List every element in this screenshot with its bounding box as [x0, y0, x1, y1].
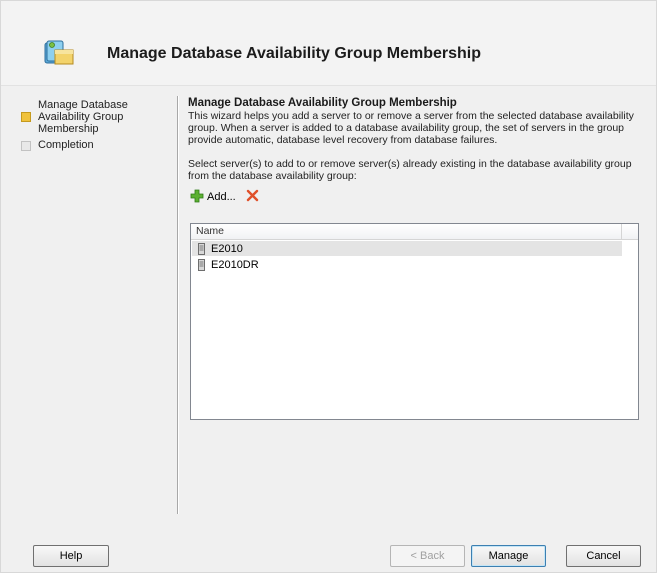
- add-button[interactable]: Add...: [188, 188, 238, 207]
- green-plus-icon: [190, 189, 204, 206]
- step-manage-membership: Manage Database Availability Group Membe…: [21, 99, 171, 135]
- manage-button[interactable]: Manage: [471, 545, 546, 567]
- list-header: Name: [191, 224, 638, 240]
- list-item[interactable]: E2010: [192, 241, 622, 256]
- server-list[interactable]: Name E2010 E2010DR: [190, 223, 639, 420]
- red-x-icon: [246, 189, 259, 205]
- add-button-label: Add...: [207, 191, 236, 203]
- step-label: Completion: [38, 139, 94, 151]
- step-label: Manage Database Availability Group Membe…: [38, 99, 128, 135]
- page-title: Manage Database Availability Group Membe…: [107, 45, 482, 62]
- wizard-steps: Manage Database Availability Group Membe…: [21, 99, 171, 155]
- wizard-dialog: Manage Database Availability Group Membe…: [0, 0, 657, 573]
- content-title: Manage Database Availability Group Membe…: [188, 97, 457, 109]
- step-inactive-icon: [21, 141, 31, 151]
- server-icon: [198, 258, 205, 271]
- step-active-icon: [21, 112, 31, 122]
- back-button[interactable]: < Back: [390, 545, 465, 567]
- wizard-header: Manage Database Availability Group Membe…: [1, 1, 656, 86]
- list-item[interactable]: E2010DR: [192, 257, 622, 272]
- server-icon: [198, 242, 205, 255]
- wizard-content: Manage Database Availability Group Membe…: [188, 97, 643, 206]
- remove-button[interactable]: [246, 189, 259, 205]
- cancel-button[interactable]: Cancel: [566, 545, 641, 567]
- server-name: E2010DR: [211, 258, 259, 271]
- content-instruction: Select server(s) to add to or remove ser…: [188, 158, 632, 182]
- step-completion: Completion: [21, 139, 171, 151]
- column-header-name[interactable]: Name: [191, 224, 622, 239]
- wizard-database-icon: [43, 37, 77, 67]
- content-description: This wizard helps you add a server to or…: [188, 110, 634, 146]
- help-button[interactable]: Help: [33, 545, 109, 567]
- steps-divider: [177, 96, 179, 514]
- server-name: E2010: [211, 242, 243, 255]
- list-toolbar: Add...: [188, 188, 643, 206]
